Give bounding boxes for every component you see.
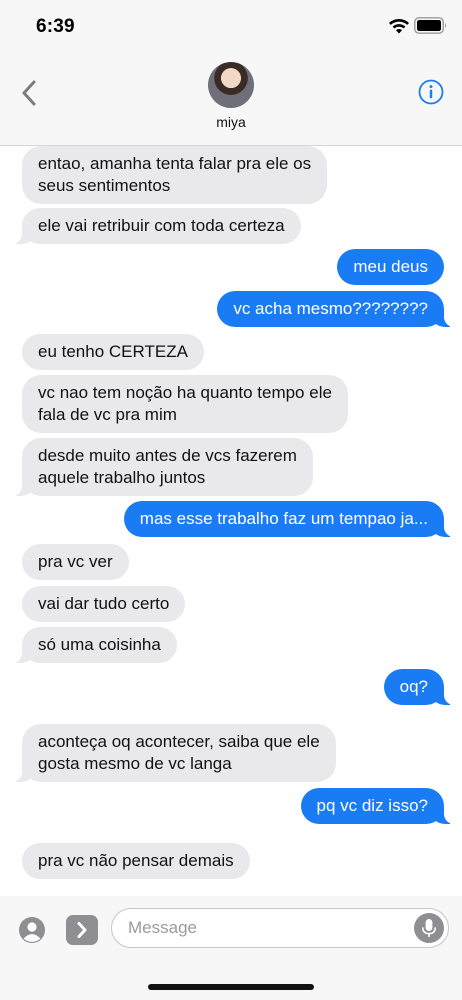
message-input[interactable] [128, 909, 398, 947]
composer-bar [0, 896, 462, 1000]
status-time: 6:39 [36, 16, 75, 37]
message-bubble-outgoing[interactable]: oq? [383, 669, 462, 705]
wifi-icon [389, 19, 409, 34]
message-text-line: seus sentimentos [38, 176, 171, 195]
conversation-header: miya [0, 52, 462, 146]
back-chevron-icon[interactable] [20, 80, 40, 106]
contact-avatar[interactable] [208, 62, 254, 108]
message-bubble-outgoing[interactable]: pq vc diz isso? [300, 788, 462, 824]
message-text-line: gosta mesmo de vc langa [38, 754, 232, 773]
message-text-line: ele vai retribuir com toda certeza [38, 216, 285, 235]
message-text-line: oq? [399, 677, 428, 696]
message-text-line: só uma coisinha [38, 635, 161, 654]
contact-name[interactable]: miya [0, 114, 462, 130]
message-bubble-incoming[interactable]: só uma coisinha [0, 627, 177, 663]
app-drawer-icon[interactable] [66, 915, 98, 945]
message-text-line: entao, amanha tenta falar pra ele os [38, 154, 312, 173]
message-list[interactable]: entao, amanha tenta falar pra ele os seu… [0, 146, 462, 896]
message-bubble-incoming[interactable]: vc nao tem noção ha quanto tempo ele fal… [22, 375, 348, 433]
message-bubble-incoming[interactable]: pra vc não pensar demais [22, 843, 250, 879]
message-text-line: aquele trabalho juntos [38, 468, 206, 487]
message-field[interactable] [111, 908, 449, 948]
message-text-line: mas esse trabalho faz um tempao ja... [139, 509, 428, 528]
message-text-line: fala de vc pra mim [38, 405, 177, 424]
message-text-line: vai dar tudo certo [38, 594, 170, 613]
message-bubble-incoming[interactable]: entao, amanha tenta falar pra ele os seu… [22, 146, 328, 204]
microphone-icon[interactable] [414, 913, 444, 943]
message-bubble-outgoing[interactable]: mas esse trabalho faz um tempao ja... [123, 501, 462, 537]
message-text-line: aconteça oq acontecer, saiba que ele [38, 732, 320, 751]
message-bubble-incoming[interactable]: vai dar tudo certo [22, 586, 186, 622]
message-bubble-incoming[interactable]: pra vc ver [22, 544, 129, 580]
message-bubble-incoming[interactable]: eu tenho CERTEZA [22, 334, 204, 370]
contact-icon[interactable] [18, 916, 46, 944]
message-bubble-incoming[interactable]: desde muito antes de vcs fazerem aquele … [0, 438, 313, 496]
message-text-line: eu tenho CERTEZA [38, 342, 188, 361]
message-bubble-outgoing[interactable]: vc acha mesmo???????? [217, 291, 462, 327]
message-text-line: pra vc ver [38, 552, 113, 571]
home-indicator [148, 984, 314, 990]
battery-icon [414, 17, 447, 34]
message-text-line: vc acha mesmo???????? [233, 299, 428, 318]
message-text-line: meu deus [353, 257, 428, 276]
message-text-line: vc nao tem noção ha quanto tempo ele [38, 383, 332, 402]
message-text-line: pra vc não pensar demais [38, 851, 234, 870]
message-text-line: desde muito antes de vcs fazerem [38, 446, 297, 465]
status-bar: 6:39 [0, 0, 462, 52]
message-bubble-incoming[interactable]: ele vai retribuir com toda certeza [0, 208, 301, 244]
message-bubble-outgoing[interactable]: meu deus [337, 249, 444, 285]
info-icon[interactable] [418, 79, 444, 105]
message-bubble-incoming[interactable]: aconteça oq acontecer, saiba que ele gos… [0, 724, 336, 782]
message-text-line: pq vc diz isso? [316, 796, 429, 815]
